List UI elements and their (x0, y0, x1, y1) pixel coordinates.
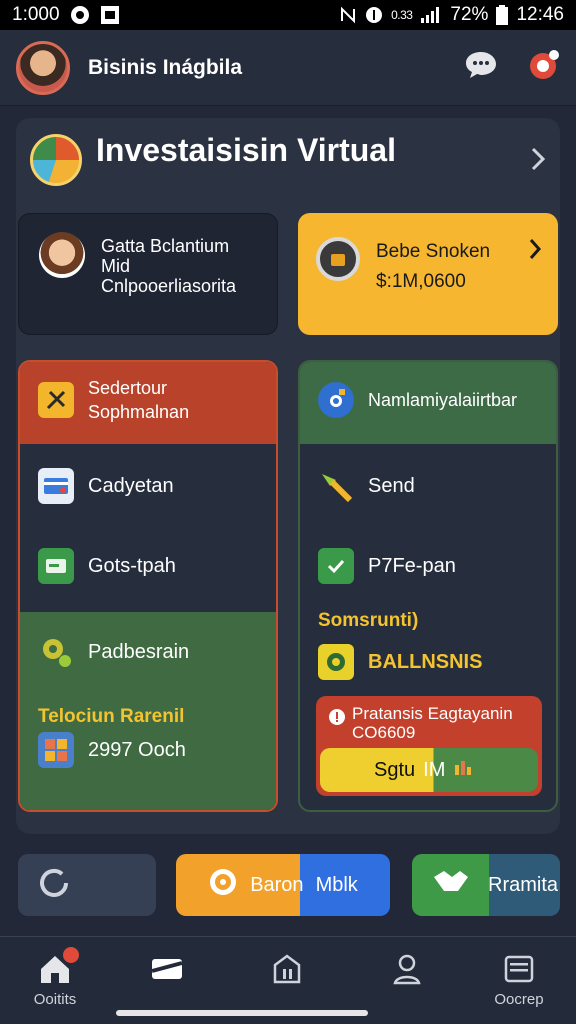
promo-code: CO6609 (352, 723, 416, 742)
nfc-icon (339, 6, 357, 24)
network-speed: 0.33 (391, 8, 413, 22)
wallet-green-icon (38, 548, 74, 584)
stat-label: Telociun Rarenil (38, 706, 185, 727)
menu-header-right-label: Namlamiyalaiirtbar (368, 389, 518, 410)
nav-item-profile[interactable] (362, 951, 452, 991)
handshake-icon (430, 867, 470, 903)
menu-header-line2: Sophmalnan (88, 402, 190, 422)
status-row: BALLNSNIS (318, 644, 482, 680)
gear-icon (38, 634, 74, 670)
profile-name: Gatta Bclantium (101, 236, 230, 256)
status-bar: 1:000 0.33 72% 12:46 (0, 0, 576, 30)
dnd-icon (365, 6, 383, 24)
rramita-action[interactable]: Rramita (412, 854, 560, 916)
nav-item-bank[interactable] (242, 951, 332, 991)
menu-item-padbesrain[interactable]: Padbesrain (38, 634, 189, 670)
stat-row: 2997 Ooch (38, 732, 186, 768)
signal-icon (420, 6, 442, 24)
tools-icon (38, 382, 74, 418)
refresh-action[interactable] (18, 854, 156, 916)
action-label: Rramita (488, 873, 559, 896)
notification-badge (63, 947, 79, 963)
menu-header-right[interactable]: Namlamiyalaiirtbar (318, 382, 517, 418)
chevron-right-icon[interactable] (530, 146, 546, 177)
coin-icon (208, 867, 238, 903)
card-icon (38, 468, 74, 504)
checkbox-icon (318, 548, 354, 584)
promo-title: Pratansis Eagtayanin (352, 704, 513, 723)
battery-percent: 72% (450, 4, 489, 25)
menu-header-line1: Sedertour (88, 378, 168, 398)
nav-item-home[interactable]: Ooitits (10, 947, 100, 1008)
gallery-icon (100, 5, 120, 25)
status-time: 1:000 (12, 4, 60, 25)
chart-mini-icon (453, 757, 473, 783)
profile-card[interactable]: Gatta Bclantium Mid Cnlpooerliasorita (18, 213, 278, 335)
action-label-left: Baron (250, 873, 304, 896)
profile-info: Gatta Bclantium Mid Cnlpooerliasorita (101, 236, 236, 296)
status-icon (318, 644, 354, 680)
section-title: Investaisisin Virtual (96, 132, 396, 168)
menu-item-label: Cadyetan (88, 474, 174, 497)
profile-company: Cnlpooerliasorita (101, 276, 237, 296)
app-title: Bisinis Inágbila (88, 55, 243, 79)
promo-card[interactable]: Pratansis Eagtayanin CO6609 Sgtu IM (316, 696, 542, 796)
left-menu-panel: Sedertour Sophmalnan Cadyetan Gots-tpah … (18, 360, 278, 812)
send-arrow-icon (318, 468, 354, 504)
stat-value: 2997 Ooch (88, 738, 186, 761)
menu-item-p7fe-pan[interactable]: P7Fe-pan (318, 548, 456, 584)
menu-item-gots-tpah[interactable]: Gots-tpah (38, 548, 176, 584)
profile-role: Mid (101, 256, 131, 276)
balance-amount: $:1M,0600 (376, 271, 466, 292)
battery-icon (496, 5, 509, 25)
lock-icon (318, 382, 354, 418)
menu-item-label: Padbesrain (88, 640, 190, 663)
bank-icon (269, 951, 305, 991)
app-header: Bisinis Inágbila (0, 30, 576, 106)
menu-list-icon (501, 951, 537, 991)
nav-item-cards[interactable] (122, 951, 212, 991)
menu-header-left[interactable]: Sedertour Sophmalnan (38, 376, 189, 424)
user-icon (389, 951, 425, 991)
home-icon (37, 947, 79, 991)
chat-icon[interactable] (464, 50, 498, 85)
user-avatar[interactable] (16, 40, 70, 95)
menu-item-label: Gots-tpah (88, 554, 176, 577)
status-clock: 12:46 (516, 4, 564, 25)
home-indicator[interactable] (116, 1010, 368, 1016)
promo-cta-left: Sgtu (374, 758, 416, 781)
menu-item-send[interactable]: Send (318, 468, 415, 504)
balance-card[interactable]: Bebe Snoken $:1M,0600 (298, 213, 558, 335)
promo-cta-right: IM (423, 758, 446, 781)
menu-item-cadyetan[interactable]: Cadyetan (38, 468, 174, 504)
status-text: BALLNSNIS (368, 650, 483, 673)
wallet-icon (316, 237, 360, 281)
notification-icon[interactable] (528, 49, 560, 86)
cards-icon (149, 951, 185, 991)
right-menu-panel: Namlamiyalaiirtbar Send P7Fe-pan Somsrun… (298, 360, 558, 812)
nav-label-home: Ooitits (33, 991, 77, 1008)
profile-avatar (39, 232, 85, 278)
right-section-label: Somsrunti) (318, 610, 419, 631)
refresh-icon (34, 863, 74, 908)
action-label-right: Mblk (315, 873, 358, 896)
calendar-icon (38, 732, 74, 768)
balance-chevron-icon[interactable] (528, 237, 542, 266)
alert-icon (328, 708, 346, 731)
menu-item-label: P7Fe-pan (368, 554, 456, 577)
nav-item-report[interactable]: Oocrep (474, 951, 564, 1008)
promo-cta-button[interactable]: Sgtu IM (320, 748, 538, 792)
virtual-investment-panel: Investaisisin Virtual Gatta Bclantium Mi… (16, 118, 560, 834)
menu-item-label: Send (368, 474, 415, 497)
baron-mblk-action[interactable]: Baron Mblk (176, 854, 390, 916)
balance-label: Bebe Snoken (376, 241, 491, 262)
record-icon (70, 5, 90, 25)
investment-logo-icon (30, 134, 82, 186)
nav-label-report: Oocrep (494, 991, 544, 1008)
balance-info: Bebe Snoken $:1M,0600 (376, 237, 490, 297)
